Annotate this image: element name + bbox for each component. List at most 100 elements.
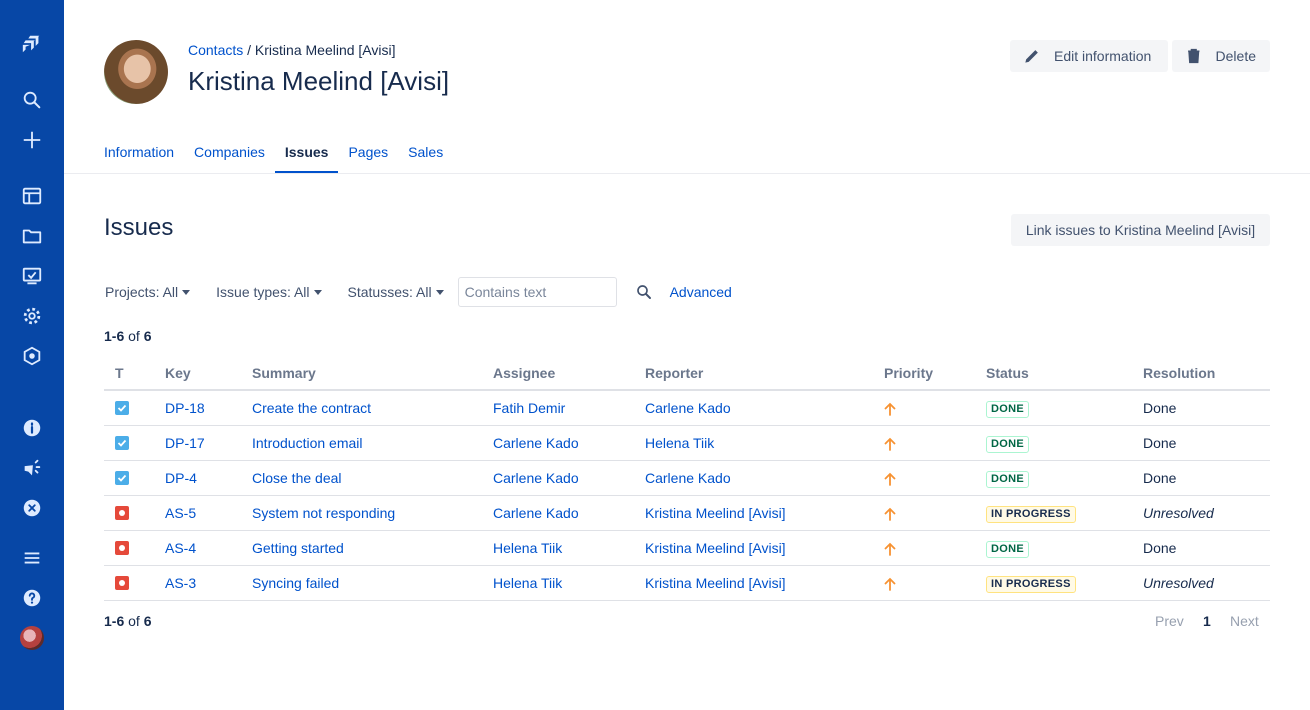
assignee-link[interactable]: Carlene Kado (493, 470, 579, 486)
jira-logo-icon[interactable] (20, 32, 44, 56)
hexagon-icon[interactable] (20, 344, 44, 368)
assignee-link[interactable]: Fatih Demir (493, 400, 565, 416)
delete-label: Delete (1215, 48, 1256, 64)
reporter-link[interactable]: Kristina Meelind [Avisi] (645, 540, 786, 556)
caret-down-icon (313, 289, 322, 295)
issue-key-link[interactable]: AS-5 (165, 505, 196, 521)
tab-companies[interactable]: Companies (194, 134, 265, 174)
breadcrumb-contacts-link[interactable]: Contacts (188, 42, 243, 58)
tab-information[interactable]: Information (104, 134, 174, 174)
table-header: T Key Summary Assignee Reporter Priority… (104, 356, 1270, 391)
tab-pages[interactable]: Pages (348, 134, 388, 174)
resolution-text: Done (1143, 400, 1177, 416)
issue-summary-link[interactable]: Syncing failed (252, 575, 339, 591)
col-type[interactable]: T (115, 365, 124, 381)
table-row[interactable]: AS-4 Getting started Helena Tiik Kristina M… (104, 531, 1270, 566)
projects-filter[interactable]: Projects: All (105, 284, 191, 300)
page-title: Kristina Meelind [Avisi] (188, 66, 450, 96)
status-lozenge: IN PROGRESS (986, 506, 1076, 523)
issue-key-link[interactable]: DP-18 (165, 400, 205, 416)
pager-next[interactable]: Next (1230, 613, 1259, 629)
issue-filters: Projects: All Issue types: All Statusses… (105, 277, 732, 307)
info-icon[interactable] (20, 416, 44, 440)
assignee-link[interactable]: Carlene Kado (493, 505, 579, 521)
gear-icon[interactable] (20, 304, 44, 328)
plus-icon[interactable] (20, 128, 44, 152)
megaphone-icon[interactable] (20, 456, 44, 480)
reporter-link[interactable]: Carlene Kado (645, 400, 731, 416)
tab-issues[interactable]: Issues (274, 134, 339, 174)
advanced-link[interactable]: Advanced (670, 284, 732, 300)
issue-summary-link[interactable]: Close the deal (252, 470, 342, 486)
reporter-link[interactable]: Carlene Kado (645, 470, 731, 486)
col-assignee[interactable]: Assignee (493, 365, 555, 381)
table-row[interactable]: DP-4 Close the deal Carlene Kado Carlene Ka… (104, 461, 1270, 496)
reporter-link[interactable]: Kristina Meelind [Avisi] (645, 575, 786, 591)
projects-filter-label: Projects: All (105, 284, 179, 300)
status-lozenge: DONE (986, 541, 1029, 558)
count-of: of (128, 613, 140, 629)
table-row[interactable]: DP-18 Create the contract Fatih Demir Carle… (104, 391, 1270, 426)
edit-information-button[interactable]: Edit information (1010, 40, 1168, 72)
contains-text-input[interactable] (457, 277, 617, 307)
assignee-link[interactable]: Helena Tiik (493, 540, 562, 556)
issue-key-link[interactable]: AS-3 (165, 575, 196, 591)
user-avatar[interactable] (20, 626, 44, 650)
issue-summary-link[interactable]: Introduction email (252, 435, 363, 451)
link-issues-button[interactable]: Link issues to Kristina Meelind [Avisi] (1011, 214, 1270, 246)
priority-high-arrow-icon (884, 507, 896, 521)
issue-key-link[interactable]: DP-4 (165, 470, 197, 486)
resolution-text: Unresolved (1143, 575, 1214, 591)
col-resolution[interactable]: Resolution (1143, 365, 1215, 381)
priority-high-arrow-icon (884, 437, 896, 451)
status-lozenge: DONE (986, 401, 1029, 418)
board-icon[interactable] (20, 184, 44, 208)
bug-icon (115, 576, 129, 590)
reporter-link[interactable]: Helena Tiik (645, 435, 714, 451)
reporter-link[interactable]: Kristina Meelind [Avisi] (645, 505, 786, 521)
priority-high-arrow-icon (884, 472, 896, 486)
issue-key-link[interactable]: AS-4 (165, 540, 196, 556)
count-total: 6 (143, 613, 152, 629)
statuses-filter[interactable]: Statusses: All (348, 284, 444, 300)
issues-table: T Key Summary Assignee Reporter Priority… (104, 356, 1270, 601)
issue-summary-link[interactable]: System not responding (252, 505, 395, 521)
tab-sales[interactable]: Sales (408, 134, 443, 174)
dashboard-icon[interactable] (20, 264, 44, 288)
assignee-link[interactable]: Helena Tiik (493, 575, 562, 591)
close-circle-icon[interactable] (20, 496, 44, 520)
pager-current-page[interactable]: 1 (1203, 613, 1211, 629)
table-row[interactable]: DP-17 Introduction email Carlene Kado Helen… (104, 426, 1270, 461)
global-sidebar (0, 0, 64, 710)
table-row[interactable]: AS-3 Syncing failed Helena Tiik Kristina Me… (104, 566, 1270, 601)
pager-prev[interactable]: Prev (1155, 613, 1184, 629)
issue-key-link[interactable]: DP-17 (165, 435, 205, 451)
task-icon (115, 436, 129, 450)
help-icon[interactable] (20, 586, 44, 610)
breadcrumb-separator: / (243, 42, 255, 58)
status-lozenge: DONE (986, 436, 1029, 453)
search-icon[interactable] (20, 88, 44, 112)
count-total: 6 (143, 328, 152, 344)
col-priority[interactable]: Priority (884, 365, 933, 381)
table-row[interactable]: AS-5 System not responding Carlene Kado Kri… (104, 496, 1270, 531)
issue-summary-link[interactable]: Getting started (252, 540, 344, 556)
resolution-text: Done (1143, 470, 1177, 486)
resolution-text: Done (1143, 540, 1177, 556)
col-status[interactable]: Status (986, 365, 1029, 381)
issue-summary-link[interactable]: Create the contract (252, 400, 371, 416)
delete-button[interactable]: Delete (1172, 40, 1270, 72)
col-summary[interactable]: Summary (252, 365, 316, 381)
assignee-link[interactable]: Carlene Kado (493, 435, 579, 451)
folder-icon[interactable] (20, 224, 44, 248)
count-range: 1-6 (104, 613, 125, 629)
menu-icon[interactable] (20, 546, 44, 570)
resolution-text: Unresolved (1143, 505, 1214, 521)
pencil-icon (1025, 50, 1038, 63)
issue-types-filter[interactable]: Issue types: All (216, 284, 322, 300)
statuses-filter-label: Statusses: All (347, 284, 432, 300)
col-key[interactable]: Key (165, 365, 191, 381)
search-icon[interactable] (635, 283, 653, 301)
col-reporter[interactable]: Reporter (645, 365, 703, 381)
edit-information-label: Edit information (1054, 48, 1152, 64)
